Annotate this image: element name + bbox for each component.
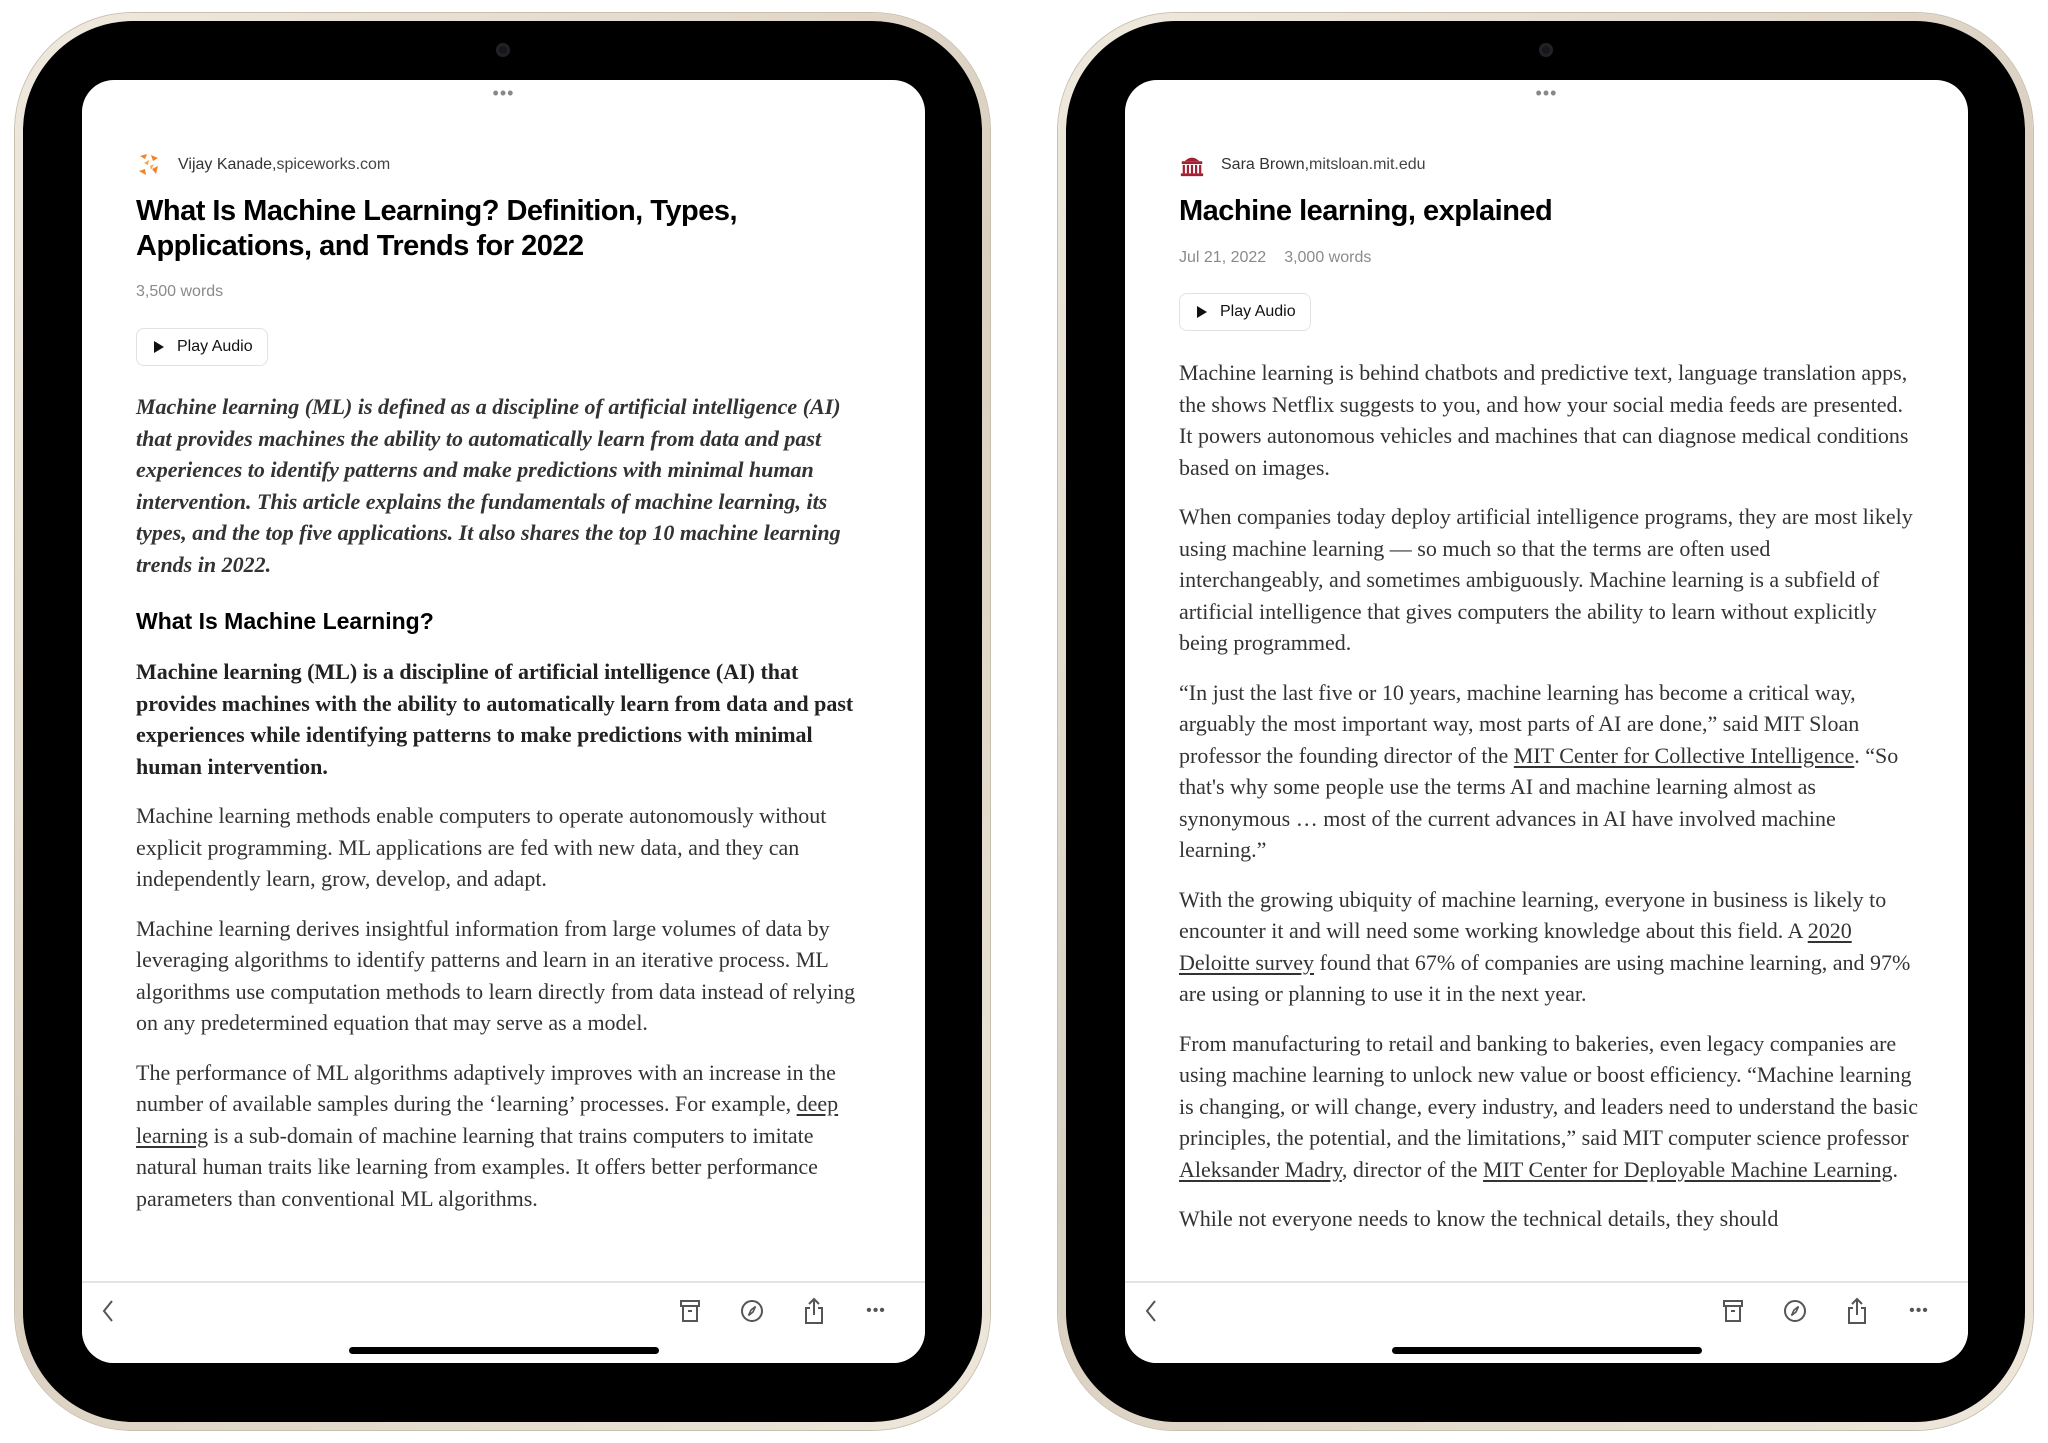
text-run: While not everyone needs to know the tec… [1179,1206,1779,1231]
paragraphs: Machine learning methods enable computer… [136,800,876,1214]
article-summary: Machine learning (ML) is defined as a di… [136,394,841,577]
lead-paragraph: Machine learning (ML) is a discipline of… [136,659,854,779]
word-count: 3,500 words [136,283,224,300]
body-paragraph: The performance of ML algorithms adaptiv… [136,1057,876,1215]
text-run: When companies today deploy artificial i… [1179,504,1913,655]
bezel: ••• Sara Brown, mitsloan.mit.edu Machine… [1066,21,2025,1422]
reader-screen-left: ••• Vijay Kanade, spiceworks.com What Is… [82,80,925,1363]
paragraphs: Machine learning is behind chatbots and … [1179,357,1919,1235]
play-audio-button[interactable]: Play Audio [1179,293,1311,331]
text-run: Machine learning derives insightful info… [136,915,856,1036]
home-indicator[interactable] [348,1347,659,1354]
archive-icon[interactable] [1719,1297,1747,1325]
article-meta: Jul 21, 2022 3,000 words [1179,249,1371,267]
home-indicator[interactable] [1391,1347,1702,1354]
spiceworks-logo-icon [139,154,158,175]
body-paragraph: With the growing ubiquity of machine lea… [1179,884,1919,1010]
author: Vijay Kanade, [178,156,277,173]
article-meta: 3,500 words [136,283,223,301]
article-title: What Is Machine Learning? Definition, Ty… [136,195,738,262]
archive-icon[interactable] [676,1297,704,1325]
front-camera [495,43,510,57]
text-run: With the growing ubiquity of machine lea… [1179,886,1887,944]
bezel: ••• Vijay Kanade, spiceworks.com What Is… [23,21,982,1422]
play-audio-button[interactable]: Play Audio [136,328,268,366]
reader-screen-right: ••• Sara Brown, mitsloan.mit.edu Machine… [1125,80,1968,1363]
play-audio-label: Play Audio [177,338,253,355]
more-icon[interactable]: ••• [1905,1297,1933,1325]
text-run: . [1892,1156,1899,1182]
article-title: Machine learning, explained [1179,195,1553,227]
play-audio-label: Play Audio [1220,303,1296,320]
text-run: , director of the [1341,1156,1484,1182]
article-body: Machine learning (ML) is defined as a di… [136,391,876,1232]
section-heading: What Is Machine Learning? [136,608,434,634]
bottom-toolbar: ••• [1125,1281,1968,1363]
text-run: The performance of ML algorithms adaptiv… [136,1059,836,1117]
byline: Sara Brown, mitsloan.mit.edu [1179,152,1426,178]
text-run: Machine learning methods enable computer… [136,803,827,891]
author: Sara Brown, [1221,156,1310,173]
inline-link[interactable]: Aleksander Madry [1179,1157,1342,1182]
article-body: Machine learning is behind chatbots and … [1179,357,1919,1253]
body-paragraph: “In just the last five or 10 years, mach… [1179,677,1919,866]
text-run: Machine learning is behind chatbots and … [1179,360,1909,480]
share-icon[interactable] [800,1297,828,1325]
mit-dome-logo-icon [1180,157,1204,177]
more-icon[interactable]: ••• [862,1297,890,1325]
source-domain[interactable]: spiceworks.com [276,156,390,174]
byline: Vijay Kanade, spiceworks.com [136,152,390,178]
body-paragraph: When companies today deploy artificial i… [1179,501,1919,659]
front-camera [1538,43,1553,57]
share-icon[interactable] [1843,1297,1871,1325]
ipad-left: ••• Vijay Kanade, spiceworks.com What Is… [15,13,990,1430]
back-chevron-icon[interactable] [94,1297,122,1325]
body-paragraph: From manufacturing to retail and banking… [1179,1028,1919,1186]
text-run: From manufacturing to retail and banking… [1179,1030,1919,1151]
compass-icon[interactable] [738,1297,766,1325]
play-icon [1197,306,1207,318]
word-count: 3,000 words [1284,249,1372,266]
body-paragraph: While not everyone needs to know the tec… [1179,1203,1919,1235]
inline-link[interactable]: MIT Center for Deployable Machine Learni… [1483,1157,1893,1182]
bottom-toolbar: ••• [82,1281,925,1363]
body-paragraph: Machine learning methods enable computer… [136,800,876,895]
compass-icon[interactable] [1781,1297,1809,1325]
body-paragraph: Machine learning is behind chatbots and … [1179,357,1919,483]
ipad-right: ••• Sara Brown, mitsloan.mit.edu Machine… [1058,13,2033,1430]
body-paragraph: Machine learning derives insightful info… [136,913,876,1039]
multitasking-grabber[interactable]: ••• [1536,84,1558,102]
play-icon [154,341,164,353]
source-domain[interactable]: mitsloan.mit.edu [1309,156,1426,174]
back-chevron-icon[interactable] [1137,1297,1165,1325]
multitasking-grabber[interactable]: ••• [493,84,515,102]
publish-date: Jul 21, 2022 [1179,249,1267,266]
inline-link[interactable]: MIT Center for Collective Intelligence [1514,743,1854,768]
text-run: is a sub-domain of machine learning that… [136,1122,818,1211]
